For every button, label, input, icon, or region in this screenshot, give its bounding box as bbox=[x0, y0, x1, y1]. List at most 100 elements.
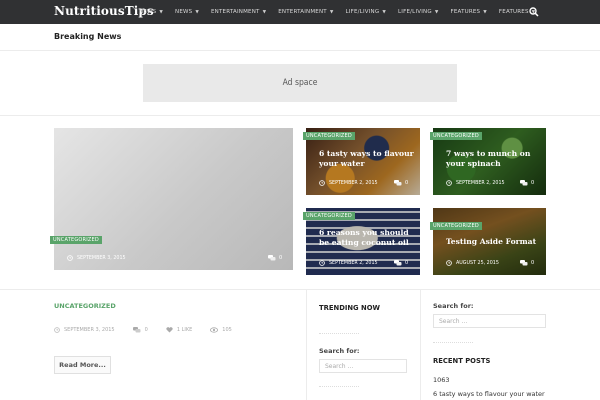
post-meta-row: SEPTEMBER 3, 2015 0 1 LIKE 105 bbox=[54, 327, 250, 333]
date-text: SEPTEMBER 2, 2015 bbox=[329, 260, 378, 266]
recent-post-link[interactable]: 1063 bbox=[433, 376, 450, 384]
comment-number: 0 bbox=[405, 260, 409, 266]
date-text: SEPTEMBER 3, 2015 bbox=[77, 255, 126, 261]
nav-label: FEATURES bbox=[498, 9, 529, 15]
caret-down-icon: ▼ bbox=[195, 9, 199, 15]
comments-icon bbox=[394, 180, 402, 186]
date-text: AUGUST 25, 2015 bbox=[456, 260, 499, 266]
search-input[interactable]: Search ... bbox=[319, 359, 407, 373]
ad-space[interactable]: Ad space bbox=[143, 64, 457, 102]
category-tag[interactable]: UNCATEGORIZED bbox=[303, 212, 355, 220]
caret-down-icon: ▼ bbox=[483, 9, 487, 15]
likes-text: 1 LIKE bbox=[176, 327, 193, 333]
heart-icon bbox=[166, 327, 173, 333]
clock-icon bbox=[446, 260, 452, 266]
comment-count[interactable]: 0 bbox=[394, 260, 408, 266]
search-input[interactable]: Search ... bbox=[433, 314, 546, 328]
clock-icon bbox=[319, 180, 325, 186]
date-text: SEPTEMBER 2, 2015 bbox=[456, 180, 505, 186]
views-text: 105 bbox=[222, 327, 232, 333]
comment-number: 0 bbox=[531, 260, 535, 266]
nav-label: ENTERTAINMENT bbox=[278, 9, 327, 15]
post-date: AUGUST 25, 2015 bbox=[446, 260, 499, 266]
comments-icon bbox=[268, 255, 276, 261]
caret-down-icon: ▼ bbox=[434, 9, 439, 15]
nav-label: LIFE/LIVING bbox=[345, 9, 380, 15]
featured-post-large[interactable] bbox=[54, 128, 293, 270]
comment-number: 0 bbox=[531, 180, 535, 186]
post-title[interactable]: 7 ways to munch on your spinach bbox=[446, 149, 530, 169]
top-navbar: NutritiousTips NEWS ▼ NEWS ▼ ENTERTAINMENT… bbox=[0, 0, 600, 24]
post-title[interactable]: Testing Aside Format bbox=[446, 237, 536, 247]
breaking-news-label: Breaking News bbox=[54, 32, 122, 41]
post-likes[interactable]: 1 LIKE bbox=[166, 327, 192, 333]
recent-posts-heading: RECENT POSTS bbox=[433, 357, 491, 365]
search-icon[interactable] bbox=[529, 7, 539, 17]
date-text: SEPTEMBER 3, 2015 bbox=[64, 327, 115, 333]
comments-icon bbox=[132, 327, 141, 333]
title-line: 7 ways to munch on bbox=[446, 149, 531, 158]
dotted-divider bbox=[319, 386, 359, 387]
column-divider bbox=[306, 290, 307, 400]
nav-item-entertainment[interactable]: ENTERTAINMENT ▼ bbox=[211, 9, 266, 15]
title-line: your spinach bbox=[446, 159, 501, 168]
nav-item-life-living-2[interactable]: LIFE/LIVING ▼ bbox=[398, 9, 439, 15]
post-category-link[interactable]: UNCATEGORIZED bbox=[54, 302, 116, 310]
divider bbox=[0, 289, 600, 290]
title-line: be eating coconut oil bbox=[319, 238, 409, 247]
title-line: your water bbox=[319, 159, 365, 168]
comment-count[interactable]: 0 bbox=[520, 180, 534, 186]
nav-item-news-2[interactable]: NEWS ▼ bbox=[175, 9, 199, 15]
post-views: 105 bbox=[210, 327, 232, 333]
category-tag[interactable]: UNCATEGORIZED bbox=[303, 132, 355, 140]
title-line: 6 reasons you should bbox=[319, 228, 409, 237]
divider bbox=[0, 50, 600, 51]
caret-down-icon: ▼ bbox=[382, 9, 386, 15]
clock-icon bbox=[319, 260, 325, 266]
nav-item-life-living[interactable]: LIFE/LIVING ▼ bbox=[346, 9, 387, 15]
title-line: 6 tasty ways to flavour bbox=[319, 149, 414, 158]
nav-label: ENTERTAINMENT bbox=[211, 9, 260, 15]
nav-label: NEWS bbox=[175, 9, 193, 15]
category-tag[interactable]: UNCATEGORIZED bbox=[430, 222, 482, 230]
search-label: Search for: bbox=[319, 347, 360, 355]
post-date: SEPTEMBER 2, 2015 bbox=[446, 180, 505, 186]
nav-item-features[interactable]: FEATURES ▼ bbox=[451, 9, 487, 15]
caret-down-icon: ▼ bbox=[262, 9, 267, 15]
post-title[interactable]: 6 reasons you should be eating coconut oi… bbox=[319, 228, 409, 248]
ad-label: Ad space bbox=[282, 78, 318, 88]
nav-label: LIFE/LIVING bbox=[398, 9, 432, 15]
caret-down-icon: ▼ bbox=[329, 9, 334, 15]
nav-item-entertainment-2[interactable]: ENTERTAINMENT ▼ bbox=[278, 9, 333, 15]
category-tag[interactable]: UNCATEGORIZED bbox=[50, 236, 102, 244]
nav-item-news[interactable]: NEWS ▼ bbox=[139, 9, 163, 15]
search-label: Search for: bbox=[433, 302, 474, 310]
eye-icon bbox=[210, 327, 219, 333]
comment-count[interactable]: 0 bbox=[520, 260, 534, 266]
category-tag[interactable]: UNCATEGORIZED bbox=[430, 132, 482, 140]
title-line: Testing Aside Format bbox=[446, 237, 537, 246]
post-comments[interactable]: 0 bbox=[132, 327, 148, 333]
clock-icon bbox=[446, 180, 452, 186]
post-date: SEPTEMBER 3, 2015 bbox=[67, 255, 126, 261]
main-nav: NEWS ▼ NEWS ▼ ENTERTAINMENT ▼ ENTERTAINMENT… bbox=[139, 0, 547, 24]
clock-icon bbox=[54, 327, 60, 333]
dotted-divider bbox=[433, 342, 473, 343]
post-date: SEPTEMBER 2, 2015 bbox=[319, 260, 378, 266]
recent-post-link[interactable]: 6 tasty ways to flavour your water bbox=[433, 390, 545, 398]
comment-count[interactable]: 0 bbox=[394, 180, 408, 186]
read-more-button[interactable]: Read More... bbox=[54, 356, 111, 374]
divider bbox=[0, 115, 600, 116]
nav-label: NEWS bbox=[139, 9, 157, 15]
clock-icon bbox=[67, 255, 73, 261]
comment-count[interactable]: 0 bbox=[268, 255, 282, 261]
dotted-divider bbox=[319, 333, 359, 334]
caret-down-icon: ▼ bbox=[159, 9, 163, 15]
comment-number: 0 bbox=[144, 327, 148, 333]
comments-icon bbox=[394, 260, 402, 266]
comments-icon bbox=[520, 260, 528, 266]
date-text: SEPTEMBER 2, 2015 bbox=[329, 180, 378, 186]
post-title[interactable]: 6 tasty ways to flavour your water bbox=[319, 149, 414, 169]
trending-now-heading: TRENDING NOW bbox=[319, 304, 380, 312]
comments-icon bbox=[520, 180, 528, 186]
